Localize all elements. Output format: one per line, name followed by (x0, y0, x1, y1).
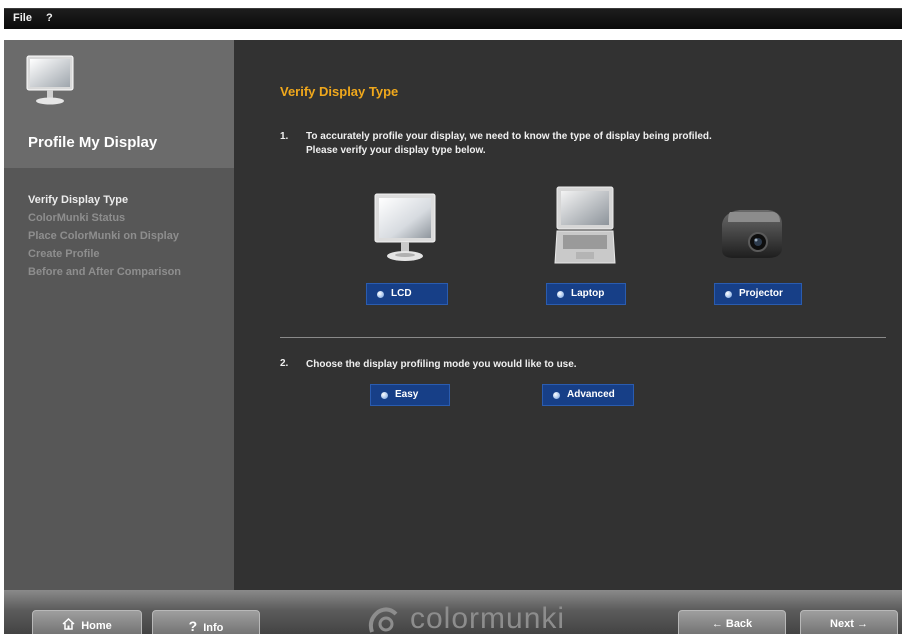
radio-indicator-icon (381, 392, 388, 399)
question-2-number: 2. (280, 358, 289, 369)
page-title: Verify Display Type (280, 84, 399, 99)
step-before-after: Before and After Comparison (28, 266, 182, 278)
sidebar-header: Profile My Display (4, 40, 234, 168)
easy-mode-label: Easy (395, 389, 419, 400)
sidebar: Profile My Display Verify Display Type C… (4, 40, 234, 590)
radio-indicator-icon (557, 291, 564, 298)
menu-bar: File ? (4, 8, 902, 29)
info-label: Info (203, 622, 224, 634)
question-1-number: 1. (280, 131, 289, 142)
projector-icon (722, 210, 782, 258)
question-1-text: To accurately profile your display, we n… (306, 130, 866, 158)
back-button[interactable]: ← Back (678, 610, 786, 634)
radio-indicator-icon (725, 291, 732, 298)
lcd-option-button[interactable]: LCD (366, 283, 448, 305)
question-1-line-1: To accurately profile your display, we n… (306, 131, 712, 142)
radio-indicator-icon (553, 392, 560, 399)
step-place-colormunki: Place ColorMunki on Display (28, 230, 179, 242)
home-button[interactable]: Home (32, 610, 142, 634)
next-button[interactable]: Next → (800, 610, 898, 634)
lcd-option-label: LCD (391, 288, 412, 299)
radio-indicator-icon (377, 291, 384, 298)
home-label: Home (81, 620, 112, 632)
step-list: Verify Display Type ColorMunki Status Pl… (28, 191, 181, 281)
menu-file[interactable]: File (13, 12, 32, 24)
lcd-monitor-icon (374, 193, 436, 261)
easy-mode-button[interactable]: Easy (370, 384, 450, 406)
laptop-option-label: Laptop (571, 288, 605, 299)
advanced-mode-label: Advanced (567, 389, 615, 400)
question-1-line-2: Please verify your display type below. (306, 145, 486, 156)
step-create-profile: Create Profile (28, 248, 100, 260)
main-area: Profile My Display Verify Display Type C… (4, 40, 902, 590)
step-colormunki-status: ColorMunki Status (28, 212, 126, 224)
section-divider (280, 337, 886, 338)
app-window: File ? Profile My Display Verify Display… (0, 0, 906, 634)
projector-option-label: Projector (739, 288, 783, 299)
home-icon (62, 618, 75, 630)
laptop-option-button[interactable]: Laptop (546, 283, 626, 305)
help-icon: ? (188, 618, 198, 634)
step-verify-display-type: Verify Display Type (28, 194, 129, 206)
projector-option-button[interactable]: Projector (714, 283, 802, 305)
info-button[interactable]: ? Info (152, 610, 260, 634)
back-label: ← Back (711, 618, 753, 630)
bottom-toolbar: Home ? Info colormunki ← Back Next → (4, 590, 902, 634)
content-panel: Verify Display Type 1. To accurately pro… (234, 40, 902, 590)
question-2-text: Choose the display profiling mode you wo… (306, 359, 577, 370)
laptop-icon (554, 186, 616, 264)
next-label: Next → (830, 618, 868, 630)
menu-help[interactable]: ? (46, 12, 53, 24)
brand-wordmark: colormunki (410, 602, 566, 634)
sidebar-title: Profile My Display (28, 134, 158, 151)
colormunki-logo-icon (368, 607, 398, 633)
monitor-icon (26, 55, 74, 105)
colormunki-logo: colormunki (358, 600, 618, 634)
advanced-mode-button[interactable]: Advanced (542, 384, 634, 406)
